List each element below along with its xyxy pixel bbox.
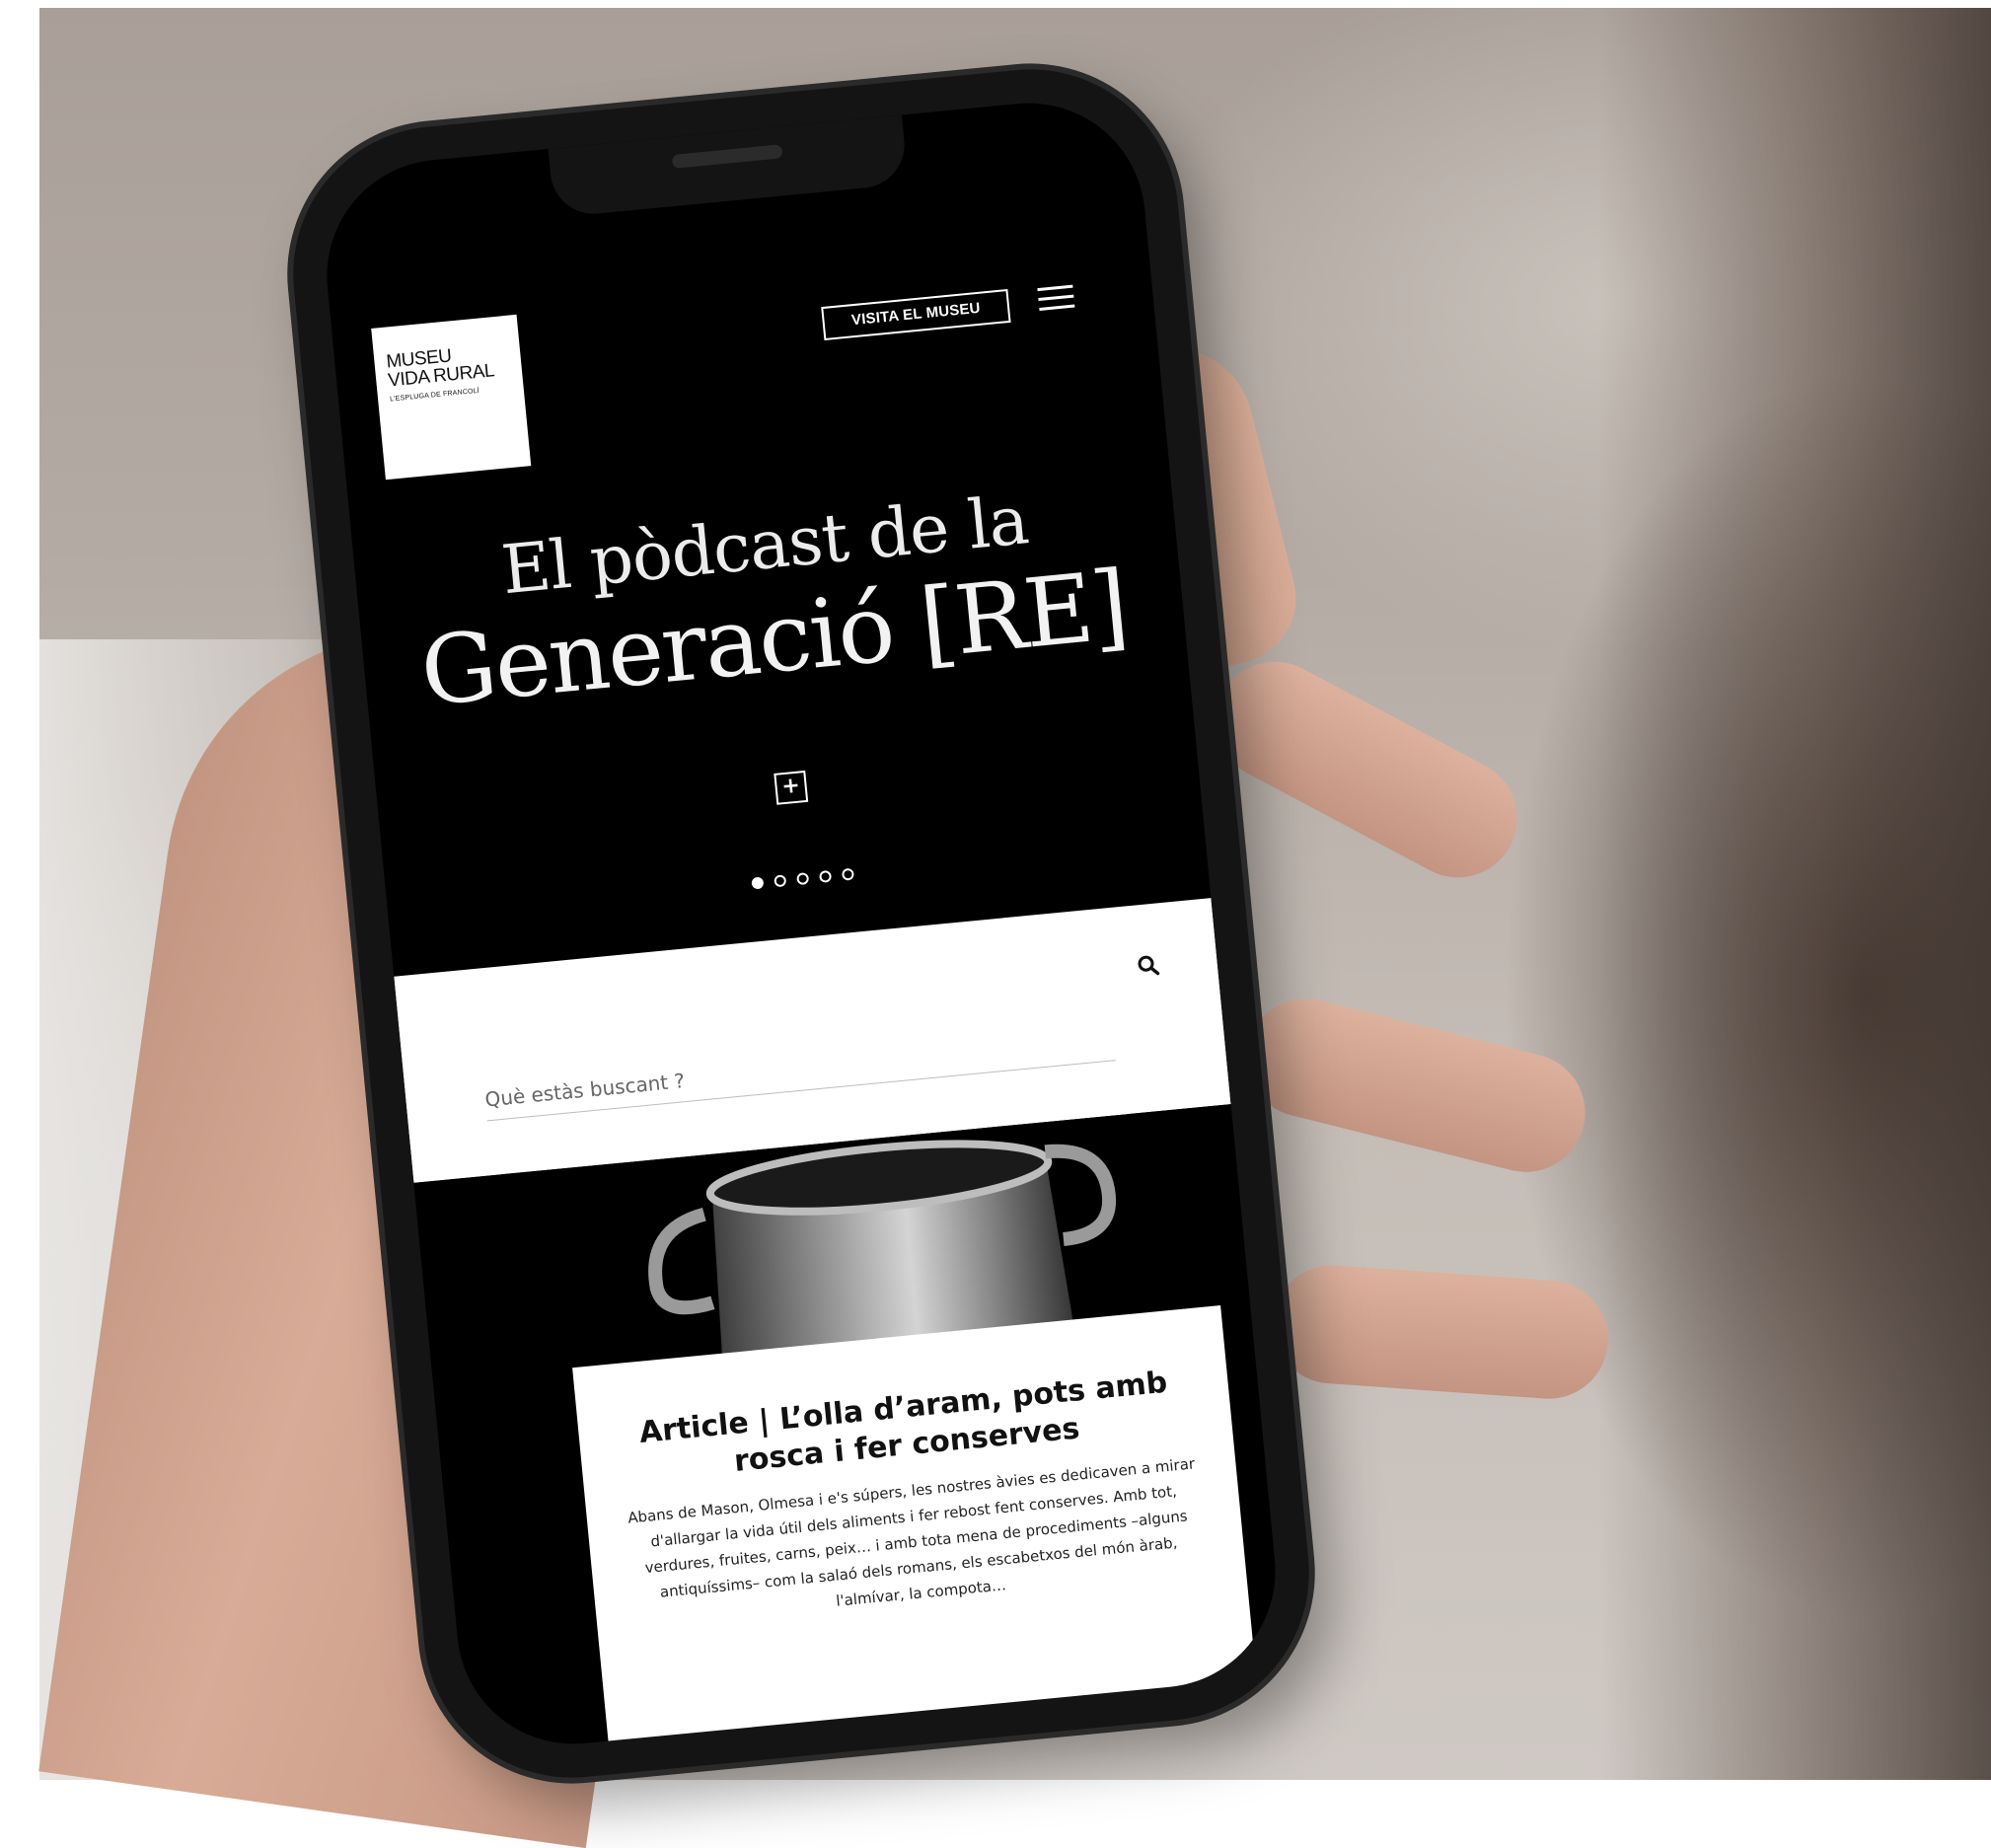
hamburger-menu-icon[interactable] (1037, 284, 1075, 314)
menu-bar (1037, 284, 1073, 292)
carousel-dot[interactable] (751, 876, 765, 890)
background-shadow (1598, 8, 1991, 1780)
museum-logo[interactable]: MUSEU VIDA RURAL L'ESPLUGA DE FRANCOLÍ (371, 314, 532, 480)
menu-bar (1039, 304, 1075, 311)
phone-screen: MUSEU VIDA RURAL L'ESPLUGA DE FRANCOLÍ V… (316, 92, 1287, 1755)
visit-museum-button[interactable]: VISITA EL MUSEU (821, 288, 1011, 341)
plus-icon[interactable]: + (774, 770, 809, 805)
carousel-dot[interactable] (819, 869, 833, 883)
hand-finger (1269, 1261, 1612, 1403)
carousel-dots (751, 864, 860, 890)
search-input[interactable] (482, 1018, 1116, 1122)
carousel-dot[interactable] (842, 867, 855, 881)
phone-notch (548, 114, 909, 218)
speaker-grille (671, 144, 783, 169)
menu-bar (1038, 294, 1074, 302)
article-card[interactable]: Article | L’olla d’aram, pots amb rosca … (572, 1305, 1259, 1755)
smartphone: MUSEU VIDA RURAL L'ESPLUGA DE FRANCOLÍ V… (279, 55, 1323, 1792)
carousel-dot[interactable] (796, 872, 810, 886)
carousel-dot[interactable] (774, 874, 787, 888)
search-icon[interactable] (1136, 952, 1161, 978)
